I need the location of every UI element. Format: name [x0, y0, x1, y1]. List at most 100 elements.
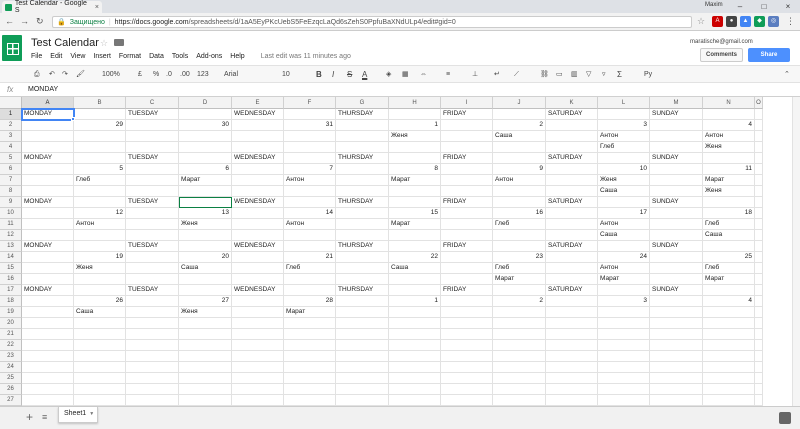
cell-m7[interactable] — [650, 175, 703, 186]
cell-b3[interactable] — [74, 131, 126, 142]
cell-j12[interactable] — [493, 230, 546, 241]
cell-j5[interactable] — [493, 153, 546, 164]
cell-j4[interactable] — [493, 142, 546, 153]
cell-e5[interactable]: WEDNESDAY — [232, 153, 284, 164]
cell-f26[interactable] — [284, 384, 336, 395]
document-title[interactable]: Test Calendar — [31, 37, 99, 49]
row-header-21[interactable]: 21 — [0, 329, 22, 340]
insert-comment-icon[interactable]: ▭ — [556, 69, 563, 80]
column-header-l[interactable]: L — [598, 97, 650, 109]
cell-o27[interactable] — [755, 395, 763, 406]
cell-c19[interactable] — [126, 307, 179, 318]
cell-f3[interactable] — [284, 131, 336, 142]
cell-n19[interactable] — [703, 307, 755, 318]
account-email[interactable]: maratische@gmail.com — [690, 39, 753, 45]
browser-menu-icon[interactable]: ⋮ — [786, 16, 795, 27]
cell-h2[interactable]: 1 — [389, 120, 441, 131]
cell-a20[interactable] — [22, 318, 74, 329]
cell-d22[interactable] — [179, 340, 232, 351]
cell-h4[interactable] — [389, 142, 441, 153]
decrease-decimal-button[interactable]: .0 — [166, 69, 172, 80]
cell-i24[interactable] — [441, 362, 493, 373]
cell-b11[interactable]: Антон — [74, 219, 126, 230]
cell-b5[interactable] — [74, 153, 126, 164]
cell-l20[interactable] — [598, 318, 650, 329]
cell-e14[interactable] — [232, 252, 284, 263]
cell-d4[interactable] — [179, 142, 232, 153]
cell-j23[interactable] — [493, 351, 546, 362]
cell-i6[interactable] — [441, 164, 493, 175]
menu-tools[interactable]: Tools — [172, 53, 188, 60]
cell-o6[interactable] — [755, 164, 763, 175]
cell-g7[interactable] — [336, 175, 389, 186]
cell-i4[interactable] — [441, 142, 493, 153]
cell-d18[interactable]: 27 — [179, 296, 232, 307]
cell-m5[interactable]: SUNDAY — [650, 153, 703, 164]
cell-d20[interactable] — [179, 318, 232, 329]
cell-e4[interactable] — [232, 142, 284, 153]
cell-k10[interactable] — [546, 208, 598, 219]
cell-i2[interactable] — [441, 120, 493, 131]
cell-c12[interactable] — [126, 230, 179, 241]
text-color-button[interactable]: A — [362, 69, 367, 80]
cell-g26[interactable] — [336, 384, 389, 395]
cell-n3[interactable]: Антон — [703, 131, 755, 142]
cell-c15[interactable] — [126, 263, 179, 274]
maximize-icon[interactable]: □ — [752, 0, 776, 13]
row-header-10[interactable]: 10 — [0, 208, 22, 219]
cell-d1[interactable] — [179, 109, 232, 120]
cell-k11[interactable] — [546, 219, 598, 230]
cell-b23[interactable] — [74, 351, 126, 362]
horizontal-align-icon[interactable]: ≡ — [446, 69, 450, 80]
cell-d11[interactable]: Женя — [179, 219, 232, 230]
menu-view[interactable]: View — [70, 53, 85, 60]
cell-g27[interactable] — [336, 395, 389, 406]
cell-a25[interactable] — [22, 373, 74, 384]
cell-n25[interactable] — [703, 373, 755, 384]
menu-edit[interactable]: Edit — [50, 53, 62, 60]
cell-c2[interactable] — [126, 120, 179, 131]
cell-c6[interactable] — [126, 164, 179, 175]
cell-c27[interactable] — [126, 395, 179, 406]
add-sheet-icon[interactable]: + — [26, 410, 33, 424]
spreadsheet-grid[interactable]: A B C D E F G H I J K L M N O 1 MONDAY TUESDAY WEDNESDAY TH… — [0, 97, 800, 406]
cell-i10[interactable] — [441, 208, 493, 219]
row-header-1[interactable]: 1 — [0, 109, 22, 120]
column-header-g[interactable]: G — [336, 97, 389, 109]
font-select[interactable]: Arial — [224, 69, 238, 80]
cell-b21[interactable] — [74, 329, 126, 340]
cell-c21[interactable] — [126, 329, 179, 340]
cell-d8[interactable] — [179, 186, 232, 197]
cell-b27[interactable] — [74, 395, 126, 406]
cell-n4[interactable]: Женя — [703, 142, 755, 153]
menu-file[interactable]: File — [31, 53, 42, 60]
cell-f1[interactable] — [284, 109, 336, 120]
cell-a7[interactable] — [22, 175, 74, 186]
cell-a10[interactable] — [22, 208, 74, 219]
text-wrap-icon[interactable]: ↵ — [494, 69, 500, 80]
cell-b16[interactable] — [74, 274, 126, 285]
cell-g14[interactable] — [336, 252, 389, 263]
cell-c22[interactable] — [126, 340, 179, 351]
borders-icon[interactable]: ▦ — [402, 69, 409, 80]
cell-a18[interactable] — [22, 296, 74, 307]
cell-l10[interactable]: 17 — [598, 208, 650, 219]
cell-n5[interactable] — [703, 153, 755, 164]
extension-icon[interactable]: ◆ — [754, 16, 765, 27]
cell-j22[interactable] — [493, 340, 546, 351]
cell-i20[interactable] — [441, 318, 493, 329]
cell-d9[interactable] — [179, 197, 232, 208]
cell-d26[interactable] — [179, 384, 232, 395]
cell-k21[interactable] — [546, 329, 598, 340]
row-header-20[interactable]: 20 — [0, 318, 22, 329]
row-header-15[interactable]: 15 — [0, 263, 22, 274]
cell-l13[interactable] — [598, 241, 650, 252]
cell-n16[interactable]: Марат — [703, 274, 755, 285]
sheet-tab[interactable]: Sheet1 ▼ — [58, 407, 98, 423]
share-button[interactable]: Share — [748, 48, 790, 62]
cell-o5[interactable] — [755, 153, 763, 164]
cell-l18[interactable]: 3 — [598, 296, 650, 307]
cell-n9[interactable] — [703, 197, 755, 208]
input-tools-button[interactable]: Ру — [644, 69, 652, 80]
cell-o7[interactable] — [755, 175, 763, 186]
